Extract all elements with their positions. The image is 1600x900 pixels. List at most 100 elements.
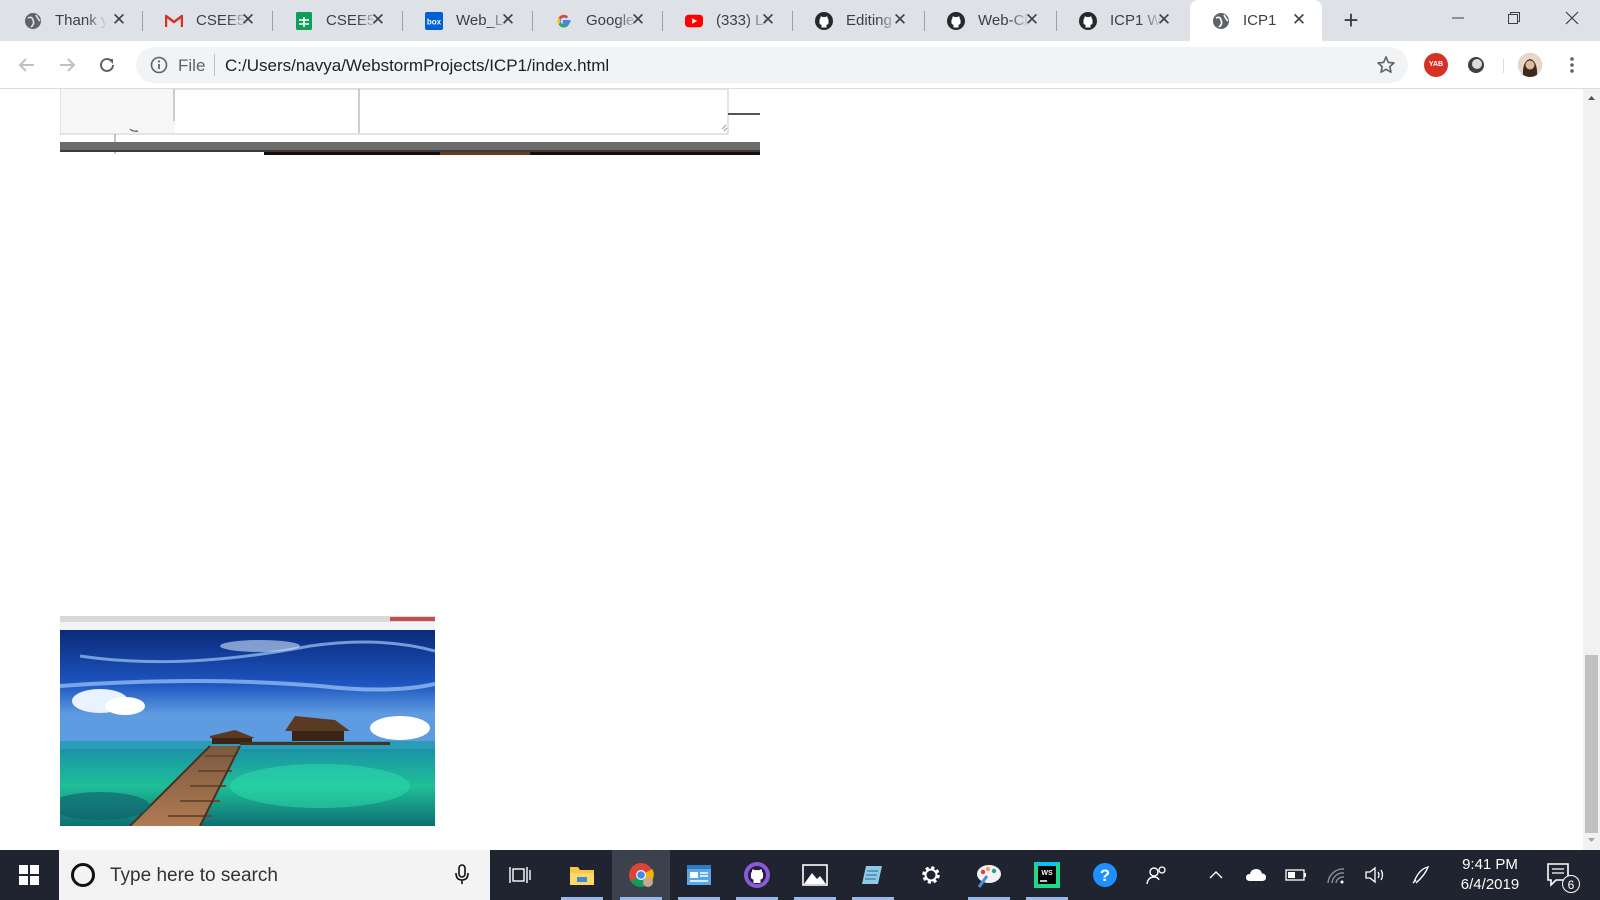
close-tab-icon[interactable]: ✕ [1155, 11, 1173, 29]
minimize-button[interactable] [1430, 0, 1486, 36]
file-explorer-button[interactable] [553, 850, 611, 900]
microphone-icon[interactable] [454, 863, 470, 887]
task-view-button[interactable] [491, 850, 549, 900]
menu-button[interactable] [1558, 51, 1586, 79]
scroll-up-arrow-icon[interactable] [1583, 91, 1600, 105]
notification-count-badge: 6 [1562, 875, 1580, 893]
paint-app-button[interactable] [960, 850, 1018, 900]
bookmark-star-icon[interactable] [1376, 55, 1396, 75]
help-button[interactable]: ? [1076, 850, 1134, 900]
tab-github-editing[interactable]: Editing ✕ [793, 0, 923, 41]
control-panel-icon [687, 865, 711, 885]
forward-button[interactable] [53, 51, 81, 79]
webstorm-icon: WS [1034, 862, 1060, 888]
tab-gmail[interactable]: CSEE55 ✕ [143, 0, 271, 41]
tab-thank-you[interactable]: Thank y ✕ [2, 0, 142, 41]
close-tab-icon[interactable]: ✕ [499, 11, 517, 29]
tab-github-icp1[interactable]: ICP1 W ✕ [1057, 0, 1187, 41]
help-icon: ? [1093, 863, 1117, 887]
search-placeholder: Type here to search [110, 865, 278, 886]
onedrive-cloud-icon[interactable] [1243, 862, 1269, 888]
start-button[interactable] [0, 850, 58, 900]
webstorm-button[interactable]: WS [1018, 850, 1076, 900]
close-tab-icon[interactable]: ✕ [1290, 11, 1308, 29]
tab-youtube[interactable]: (333) Lc ✕ [663, 0, 791, 41]
globe-icon [24, 12, 42, 30]
restore-icon [1508, 12, 1520, 24]
github-icon [1079, 11, 1097, 30]
yab-label: YAB [1428, 61, 1444, 68]
battery-icon[interactable] [1283, 862, 1309, 888]
arrow-left-icon [18, 58, 34, 72]
url-text[interactable]: C:/Users/navya/WebstormProjects/ICP1/ind… [225, 56, 609, 76]
extension-circle-icon[interactable] [1464, 53, 1488, 77]
github-desktop-icon [744, 862, 770, 888]
globe-icon [1212, 12, 1230, 30]
chrome-taskbar-button[interactable] [612, 850, 670, 900]
close-icon [1565, 11, 1579, 25]
reload-icon [100, 57, 114, 72]
clock-time: 9:41 PM [1462, 856, 1518, 873]
close-tab-icon[interactable]: ✕ [239, 11, 257, 29]
gmail-icon [165, 12, 183, 30]
chevron-up-icon[interactable] [1203, 862, 1229, 888]
photos-button[interactable] [786, 850, 844, 900]
folder-icon [570, 867, 594, 885]
tab-icp1-active[interactable]: ICP1 ✕ [1190, 0, 1322, 41]
github-icon [815, 11, 833, 30]
gear-icon [922, 866, 940, 884]
back-button[interactable] [13, 51, 41, 79]
restore-button[interactable] [1486, 0, 1542, 36]
close-tab-icon[interactable]: ✕ [369, 11, 387, 29]
github-desktop-button[interactable] [728, 850, 786, 900]
paint-palette-icon [977, 865, 1001, 888]
box-icon: box [425, 11, 443, 30]
address-divider [214, 54, 215, 76]
page-viewport [0, 89, 1583, 850]
address-bar[interactable]: File C:/Users/navya/WebstormProjects/ICP… [136, 47, 1408, 83]
windows-taskbar: Type here to search WS ? 9:41 PM 6/4/201… [0, 850, 1600, 900]
people-icon[interactable] [1144, 862, 1170, 888]
tab-sheets[interactable]: CSEE55 ✕ [273, 0, 401, 41]
tab-strip: Thank y ✕ CSEE55 ✕ CSEE55 ✕ box Web_Le ✕… [0, 0, 1600, 41]
clock-date: 6/4/2019 [1460, 876, 1520, 893]
volume-icon[interactable] [1363, 862, 1389, 888]
chrome-icon [629, 863, 654, 888]
close-tab-icon[interactable]: ✕ [1023, 11, 1041, 29]
reload-button[interactable] [93, 51, 121, 79]
photos-icon [802, 864, 828, 886]
pen-workspace-icon[interactable] [1408, 862, 1434, 888]
tab-title: ICP1 [1243, 12, 1277, 29]
github-icon [947, 11, 965, 30]
browser-toolbar: File C:/Users/navya/WebstormProjects/ICP… [0, 41, 1600, 89]
control-panel-button[interactable] [670, 850, 728, 900]
tab-title: Thank y [55, 12, 107, 29]
scrollbar-thumb[interactable] [1585, 655, 1598, 833]
close-tab-icon[interactable]: ✕ [110, 11, 128, 29]
vertical-scrollbar[interactable] [1583, 89, 1600, 850]
google-icon [555, 12, 573, 30]
close-tab-icon[interactable]: ✕ [759, 11, 777, 29]
tab-box[interactable]: box Web_Le ✕ [403, 0, 531, 41]
info-icon[interactable] [150, 56, 168, 74]
yab-extension-icon[interactable]: YAB [1424, 53, 1448, 77]
cortana-icon [71, 863, 95, 887]
more-vert-icon [1570, 57, 1574, 73]
scroll-down-arrow-icon[interactable] [1583, 833, 1600, 847]
wifi-icon[interactable] [1323, 862, 1349, 888]
new-tab-button[interactable]: + [1338, 7, 1364, 34]
system-clock[interactable]: 9:41 PM 6/4/2019 [1448, 855, 1532, 895]
settings-button[interactable] [902, 850, 960, 900]
close-tab-icon[interactable]: ✕ [891, 11, 909, 29]
profile-avatar[interactable] [1518, 53, 1542, 77]
beach-boardwalk-image [60, 616, 435, 826]
notepad-icon [862, 866, 882, 884]
notepad-button[interactable] [844, 850, 902, 900]
close-window-button[interactable] [1544, 0, 1600, 36]
windows-logo-icon [19, 865, 39, 885]
close-tab-icon[interactable]: ✕ [629, 11, 647, 29]
tab-google[interactable]: Google ✕ [533, 0, 661, 41]
task-view-icon [509, 867, 531, 883]
taskbar-search-box[interactable]: Type here to search [59, 850, 490, 900]
tab-github-web-cl[interactable]: Web-Cl ✕ [925, 0, 1055, 41]
